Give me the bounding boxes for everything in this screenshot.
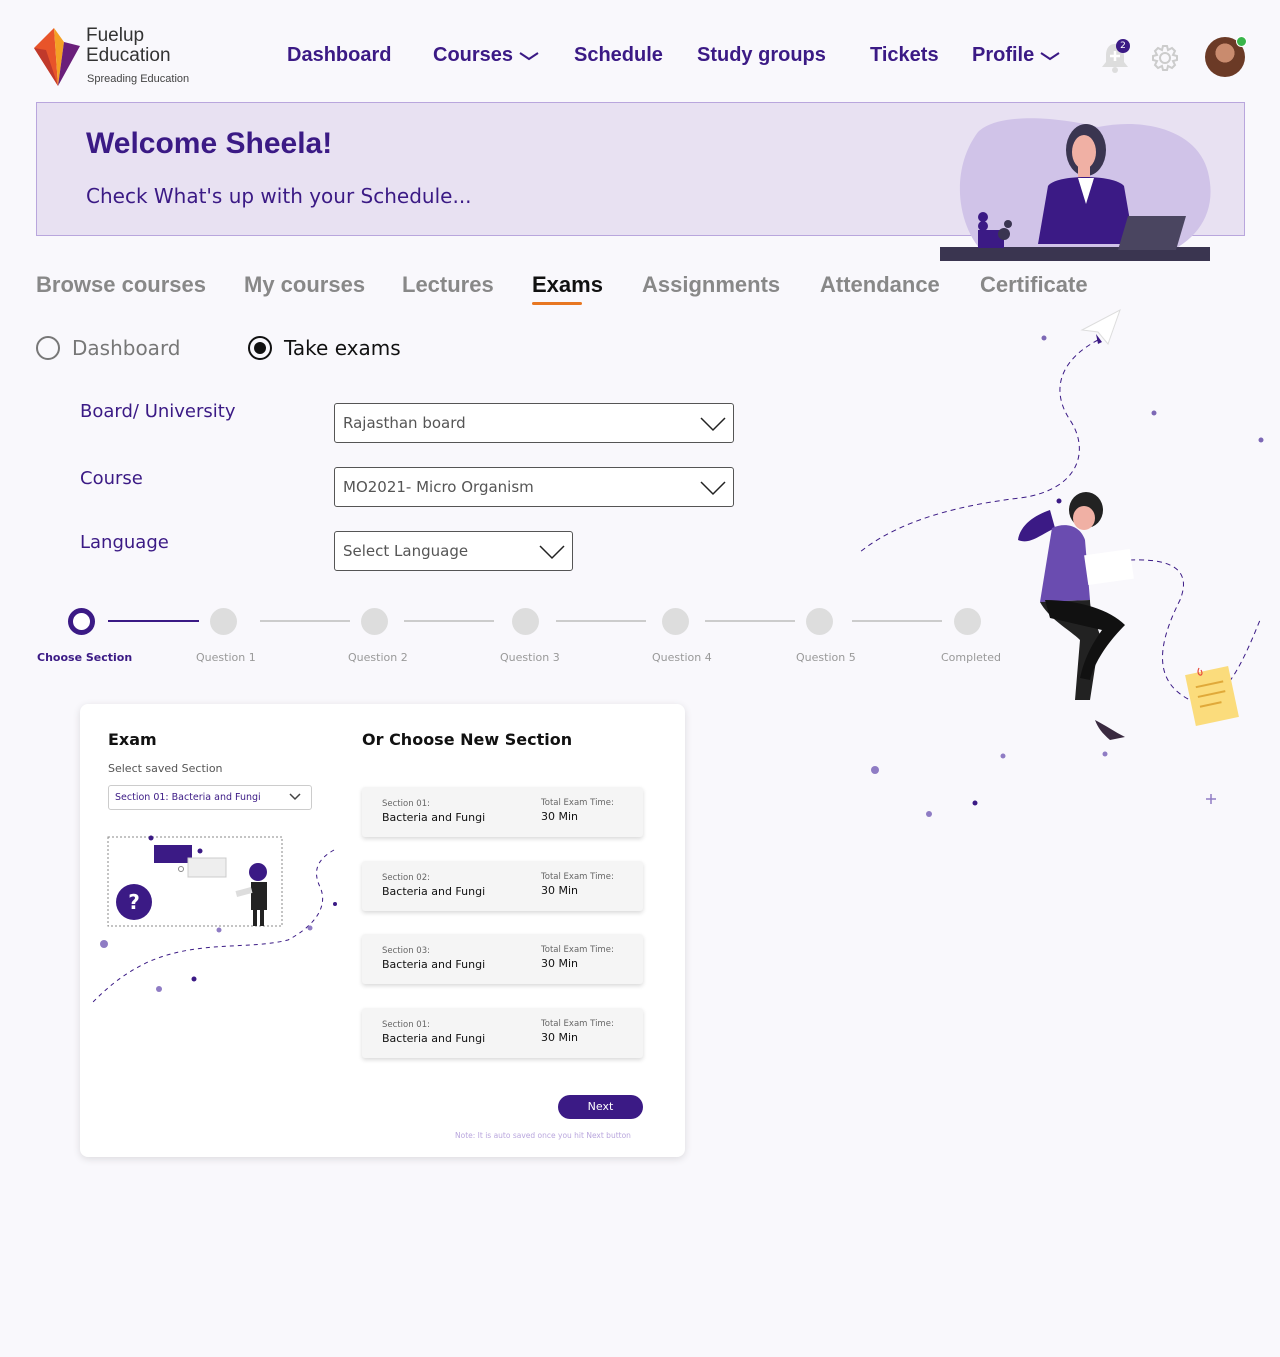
tab-attendance[interactable]: Attendance <box>820 272 940 298</box>
section-number: Section 02: <box>382 873 430 883</box>
radio-take-exams-label: Take exams <box>284 336 401 360</box>
woman-with-laptop-illustration <box>859 308 1264 817</box>
section-number: Section 03: <box>382 946 430 956</box>
question-mark-symbol: ? <box>128 890 140 914</box>
section-name: Bacteria and Fungi <box>382 1032 486 1045</box>
radio-circle <box>36 336 60 360</box>
step-connector <box>705 620 795 622</box>
tab-assignments[interactable]: Assignments <box>642 272 780 298</box>
section-name: Bacteria and Fungi <box>382 811 486 824</box>
chevron-down-icon <box>289 793 301 801</box>
section-card[interactable]: Section 02: Bacteria and Fungi Total Exa… <box>362 861 643 911</box>
nav-profile[interactable]: Profile <box>972 44 1060 67</box>
radio-dashboard-label: Dashboard <box>72 336 181 360</box>
step-connector <box>556 620 646 622</box>
section-number: Section 01: <box>382 1020 430 1030</box>
board-select[interactable]: Rajasthan board <box>334 403 734 443</box>
radio-dashboard[interactable]: Dashboard <box>36 336 181 360</box>
exam-time-label: Total Exam Time: <box>541 1019 614 1029</box>
step-connector <box>260 620 350 622</box>
nav-schedule[interactable]: Schedule <box>574 44 663 67</box>
step-question-4[interactable] <box>662 608 689 635</box>
saved-section-select[interactable]: Section 01: Bacteria and Fungi <box>108 785 312 810</box>
language-select-value: Select Language <box>343 542 469 560</box>
welcome-title: Welcome Sheela! <box>86 127 333 160</box>
active-tab-indicator <box>532 302 582 305</box>
section-number: Section 01: <box>382 799 430 809</box>
notifications-button[interactable]: 2 <box>1099 39 1133 74</box>
new-section-title: Or Choose New Section <box>362 730 573 749</box>
exam-card-title: Exam <box>108 730 157 749</box>
avatar[interactable] <box>1205 36 1247 77</box>
saved-section-value: Section 01: Bacteria and Fungi <box>115 792 261 803</box>
section-name: Bacteria and Fungi <box>382 958 486 971</box>
exam-time-label: Total Exam Time: <box>541 872 614 882</box>
section-card[interactable]: Section 01: Bacteria and Fungi Total Exa… <box>362 1008 643 1058</box>
tab-exams[interactable]: Exams <box>532 272 603 298</box>
exam-time-label: Total Exam Time: <box>541 945 614 955</box>
step-connector <box>404 620 494 622</box>
course-select[interactable]: MO2021- Micro Organism <box>334 467 734 507</box>
chevron-down-icon <box>539 545 565 560</box>
gear-icon <box>1152 45 1178 71</box>
chevron-down-icon <box>700 417 726 432</box>
language-select[interactable]: Select Language <box>334 531 573 571</box>
step-label: Question 1 <box>196 651 256 664</box>
online-status-dot <box>1236 36 1247 47</box>
exam-time-value: 30 Min <box>541 1031 579 1044</box>
step-label: Choose Section <box>37 651 133 664</box>
tab-browse-courses[interactable]: Browse courses <box>36 272 206 298</box>
chevron-down-icon <box>700 481 726 496</box>
step-connector <box>108 620 199 622</box>
exam-card: Exam Select saved Section Section 01: Ba… <box>80 704 685 1157</box>
step-label: Question 2 <box>348 651 408 664</box>
autosave-note: Note: It is auto saved once you hit Next… <box>455 1131 631 1140</box>
step-question-3[interactable] <box>512 608 539 635</box>
exam-time-value: 30 Min <box>541 810 579 823</box>
radio-circle-selected <box>248 336 272 360</box>
board-select-value: Rajasthan board <box>343 414 466 432</box>
step-label: Question 4 <box>652 651 712 664</box>
step-question-1[interactable] <box>210 608 237 635</box>
chevron-down-icon <box>519 51 539 60</box>
notification-badge: 2 <box>1116 39 1130 53</box>
tab-lectures[interactable]: Lectures <box>402 272 494 298</box>
course-select-value: MO2021- Micro Organism <box>343 478 534 496</box>
logo-mark-icon <box>34 28 80 86</box>
course-label: Course <box>80 468 143 489</box>
nav-courses-label: Courses <box>433 44 514 66</box>
tab-my-courses[interactable]: My courses <box>244 272 365 298</box>
step-question-2[interactable] <box>361 608 388 635</box>
section-card[interactable]: Section 01: Bacteria and Fungi Total Exa… <box>362 787 643 837</box>
section-name: Bacteria and Fungi <box>382 885 486 898</box>
exam-time-value: 30 Min <box>541 884 579 897</box>
language-label: Language <box>80 532 169 553</box>
welcome-subtitle: Check What's up with your Schedule... <box>86 184 472 208</box>
brand-name-line2: Education <box>86 45 171 66</box>
step-question-5[interactable] <box>806 608 833 635</box>
nav-study-groups[interactable]: Study groups <box>697 44 826 67</box>
step-choose-section[interactable] <box>68 608 95 635</box>
saved-section-label: Select saved Section <box>108 762 223 775</box>
tab-certificate[interactable]: Certificate <box>980 272 1088 298</box>
nav-tickets[interactable]: Tickets <box>870 44 939 67</box>
brand-name-line1: Fuelup <box>86 25 145 46</box>
logo[interactable]: Fuelup Education Spreading Education <box>34 26 204 90</box>
step-label: Question 3 <box>500 651 560 664</box>
paper-plane-icon <box>1080 308 1121 345</box>
nav-profile-label: Profile <box>972 44 1035 66</box>
section-card[interactable]: Section 03: Bacteria and Fungi Total Exa… <box>362 934 643 984</box>
exam-time-label: Total Exam Time: <box>541 798 614 808</box>
nav-courses[interactable]: Courses <box>433 44 539 67</box>
board-label: Board/ University <box>80 401 236 422</box>
settings-button[interactable] <box>1150 40 1184 74</box>
next-button[interactable]: Next <box>558 1095 643 1119</box>
chevron-down-icon <box>1040 51 1060 60</box>
woman-at-desk-illustration <box>940 118 1211 261</box>
nav-dashboard[interactable]: Dashboard <box>287 44 391 67</box>
exam-illustration: ? <box>92 835 337 1003</box>
exam-time-value: 30 Min <box>541 957 579 970</box>
radio-take-exams[interactable]: Take exams <box>248 336 401 360</box>
brand-tagline: Spreading Education <box>87 73 190 85</box>
